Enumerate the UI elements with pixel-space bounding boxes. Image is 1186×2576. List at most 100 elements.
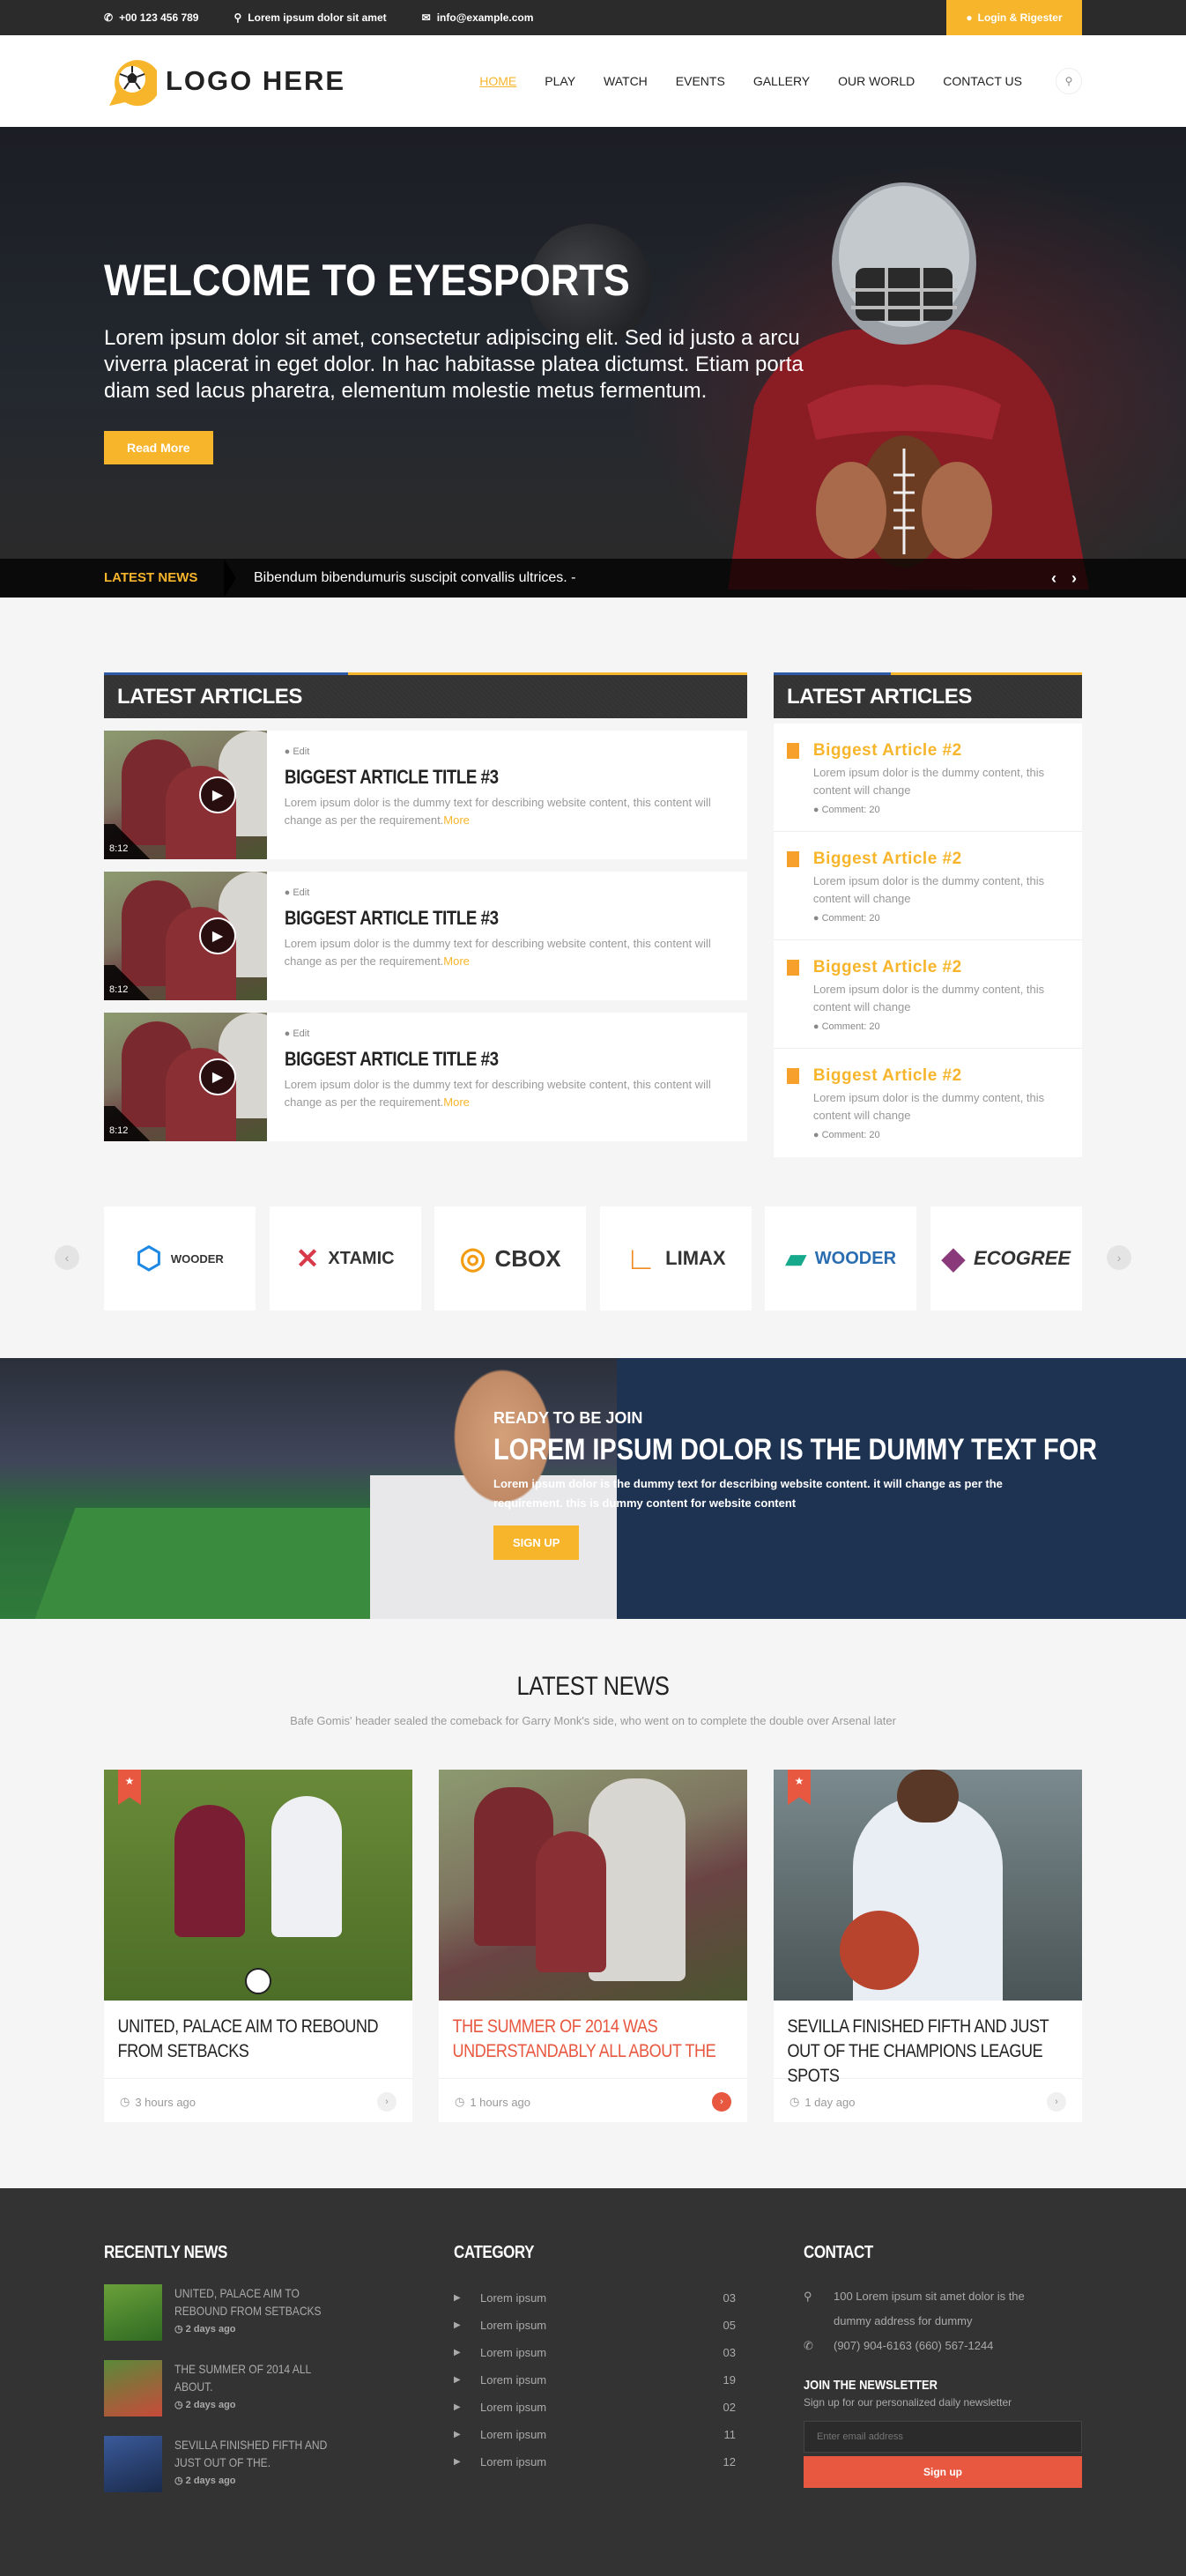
recent-news-date: ◷ 2 days ago: [174, 2324, 236, 2335]
video-thumbnail[interactable]: ▶ 8:12: [104, 1013, 267, 1141]
recent-news-item[interactable]: UNITED, PALACE AIM TO REBOUND FROM SETBA…: [104, 2284, 454, 2341]
chevron-left-icon: ‹: [64, 1251, 70, 1265]
sign-up-button[interactable]: SIGN UP: [493, 1526, 580, 1560]
nav-contact-us[interactable]: CONTACT US: [943, 74, 1022, 88]
user-icon: ●: [284, 746, 293, 757]
recent-news-thumb[interactable]: [104, 2284, 162, 2341]
recent-news-title[interactable]: UNITED, PALACE AIM TO REBOUND FROM SETBA…: [174, 2284, 341, 2320]
nav-our-world[interactable]: OUR WORLD: [838, 74, 915, 88]
article-title[interactable]: BIGGEST ARTICLE TITLE #3: [285, 766, 663, 789]
ticker-text[interactable]: Bibendum bibendumuris suscipit convallis…: [254, 570, 576, 586]
category-item[interactable]: ▶ Lorem ipsum 11: [454, 2421, 736, 2448]
edit-link[interactable]: ● Edit: [285, 887, 730, 898]
contact-address: ⚲ 100 Lorem ipsum sit amet dolor is the d…: [804, 2284, 1082, 2334]
ticker-arrows[interactable]: ‹ ›: [1051, 569, 1082, 588]
arrow-right-icon[interactable]: ›: [377, 2092, 397, 2112]
news-image[interactable]: ★: [104, 1770, 412, 2001]
edit-link[interactable]: ● Edit: [285, 1028, 730, 1039]
category-item[interactable]: ▶ Lorem ipsum 19: [454, 2366, 736, 2394]
news-card[interactable]: ★ SEVILLA FINISHED FIFTH AND JUST OUT OF…: [774, 1770, 1082, 2122]
contact-column: CONTACT ⚲ 100 Lorem ipsum sit amet dolor …: [804, 2243, 1082, 2512]
brand-logo[interactable]: ▰ WOODER: [765, 1206, 917, 1310]
recent-news-item[interactable]: SEVILLA FINISHED FIFTH AND JUST OUT OF T…: [104, 2436, 454, 2492]
clock-icon: ◷: [455, 2095, 465, 2108]
recent-news-item[interactable]: THE SUMMER OF 2014 ALL ABOUT. ◷ 2 days ag…: [104, 2360, 454, 2416]
news-image[interactable]: [439, 1770, 747, 2001]
more-link[interactable]: More: [443, 1095, 470, 1109]
news-card-title[interactable]: UNITED, PALACE AIM TO REBOUND FROM SETBA…: [104, 2001, 411, 2078]
email-info[interactable]: ✉ info@example.com: [422, 11, 534, 24]
category-item[interactable]: ▶ Lorem ipsum 03: [454, 2284, 736, 2312]
recent-news-thumb[interactable]: [104, 2360, 162, 2416]
article-title[interactable]: BIGGEST ARTICLE TITLE #3: [285, 907, 663, 930]
news-image[interactable]: ★: [774, 1770, 1082, 2001]
brand-logo[interactable]: ∟ LIMAX: [599, 1206, 752, 1310]
edit-link[interactable]: ● Edit: [285, 746, 730, 757]
l-shape-icon: ∟: [625, 1240, 657, 1276]
play-icon[interactable]: ▶: [199, 1058, 236, 1095]
article-item[interactable]: ▶ 8:12 ● Edit BIGGEST ARTICLE TITLE #3 L…: [104, 731, 747, 859]
chevron-right-icon: ▶: [454, 2293, 461, 2303]
newsletter-email-input[interactable]: [804, 2421, 1082, 2453]
recent-news-title[interactable]: SEVILLA FINISHED FIFTH AND JUST OUT OF T…: [174, 2436, 341, 2471]
side-article-title[interactable]: Biggest Article #2: [813, 741, 1069, 761]
read-more-button[interactable]: Read More: [104, 431, 213, 464]
category-item[interactable]: ▶ Lorem ipsum 02: [454, 2394, 736, 2421]
carousel-prev-button[interactable]: ‹: [55, 1245, 79, 1270]
footer-heading: CATEGORY: [454, 2243, 535, 2262]
site-logo[interactable]: LOGO HERE: [104, 55, 345, 108]
news-card[interactable]: THE SUMMER OF 2014 WAS UNDERSTANDABLY AL…: [439, 1770, 747, 2122]
footer-heading: RECENTLY NEWS: [104, 2243, 227, 2262]
user-icon: ●: [812, 1021, 822, 1032]
join-kicker: READY TO BE JOIN: [493, 1409, 643, 1427]
article-title[interactable]: BIGGEST ARTICLE TITLE #3: [285, 1048, 663, 1071]
site-footer: RECENTLY NEWS UNITED, PALACE AIM TO REBO…: [0, 2188, 1186, 2576]
side-article-item[interactable]: Biggest Article #2 Lorem ipsum dolor is …: [774, 940, 1082, 1049]
news-card-title[interactable]: SEVILLA FINISHED FIFTH AND JUST OUT OF T…: [774, 2001, 1081, 2086]
side-article-title[interactable]: Biggest Article #2: [813, 958, 1069, 977]
video-thumbnail[interactable]: ▶ 8:12: [104, 872, 267, 1000]
nav-play[interactable]: PLAY: [545, 74, 575, 88]
news-card[interactable]: ★ UNITED, PALACE AIM TO REBOUND FROM SET…: [104, 1770, 412, 2122]
side-article-item[interactable]: Biggest Article #2 Lorem ipsum dolor is …: [774, 832, 1082, 940]
brand-logo[interactable]: ◆ ECOGREE: [930, 1206, 1082, 1310]
search-button[interactable]: ⚲: [1056, 68, 1082, 94]
arrow-right-icon[interactable]: ›: [712, 2092, 731, 2112]
brand-logo[interactable]: ✕ XTAMIC: [269, 1206, 421, 1310]
section-heading: LATEST ARTICLES: [104, 672, 747, 718]
nav-gallery[interactable]: GALLERY: [753, 74, 810, 88]
category-item[interactable]: ▶ Lorem ipsum 05: [454, 2312, 736, 2339]
recent-news-column: RECENTLY NEWS UNITED, PALACE AIM TO REBO…: [104, 2243, 454, 2512]
side-article-item[interactable]: Biggest Article #2 Lorem ipsum dolor is …: [774, 1049, 1082, 1157]
brand-logo[interactable]: ⬡ WOODER: [104, 1206, 256, 1310]
hero-text: Lorem ipsum dolor sit amet, consectetur …: [104, 326, 804, 403]
video-thumbnail[interactable]: ▶ 8:12: [104, 731, 267, 859]
hero-banner: WELCOME TO EYESPORTS Lorem ipsum dolor s…: [0, 127, 1186, 598]
star-badge-icon: ★: [788, 1770, 811, 1805]
newsletter-signup-button[interactable]: Sign up: [804, 2456, 1082, 2488]
arrow-right-icon[interactable]: ›: [1047, 2092, 1066, 2112]
login-register-button[interactable]: ● Login & Rigester: [946, 0, 1082, 35]
nav-home[interactable]: HOME: [479, 74, 516, 88]
category-item[interactable]: ▶ Lorem ipsum 03: [454, 2339, 736, 2366]
recent-news-thumb[interactable]: [104, 2436, 162, 2492]
hero-title: WELCOME TO EYESPORTS: [104, 256, 630, 305]
nav-watch[interactable]: WATCH: [604, 74, 648, 88]
user-icon: ●: [284, 887, 293, 898]
side-article-title[interactable]: Biggest Article #2: [813, 850, 1069, 869]
more-link[interactable]: More: [443, 954, 470, 968]
more-link[interactable]: More: [443, 813, 470, 827]
recent-news-title[interactable]: THE SUMMER OF 2014 ALL ABOUT.: [174, 2360, 341, 2395]
play-icon[interactable]: ▶: [199, 917, 236, 954]
carousel-next-button[interactable]: ›: [1107, 1245, 1131, 1270]
side-article-item[interactable]: Biggest Article #2 Lorem ipsum dolor is …: [774, 724, 1082, 832]
nav-events[interactable]: EVENTS: [676, 74, 725, 88]
news-grid: ★ UNITED, PALACE AIM TO REBOUND FROM SET…: [104, 1770, 1082, 2122]
brand-logo[interactable]: ◎ CBOX: [434, 1206, 587, 1310]
article-item[interactable]: ▶ 8:12 ● Edit BIGGEST ARTICLE TITLE #3 L…: [104, 1013, 747, 1141]
side-article-title[interactable]: Biggest Article #2: [813, 1066, 1069, 1086]
news-card-title[interactable]: THE SUMMER OF 2014 WAS UNDERSTANDABLY AL…: [439, 2001, 746, 2078]
category-item[interactable]: ▶ Lorem ipsum 12: [454, 2448, 736, 2476]
article-item[interactable]: ▶ 8:12 ● Edit BIGGEST ARTICLE TITLE #3 L…: [104, 872, 747, 1000]
play-icon[interactable]: ▶: [199, 776, 236, 813]
